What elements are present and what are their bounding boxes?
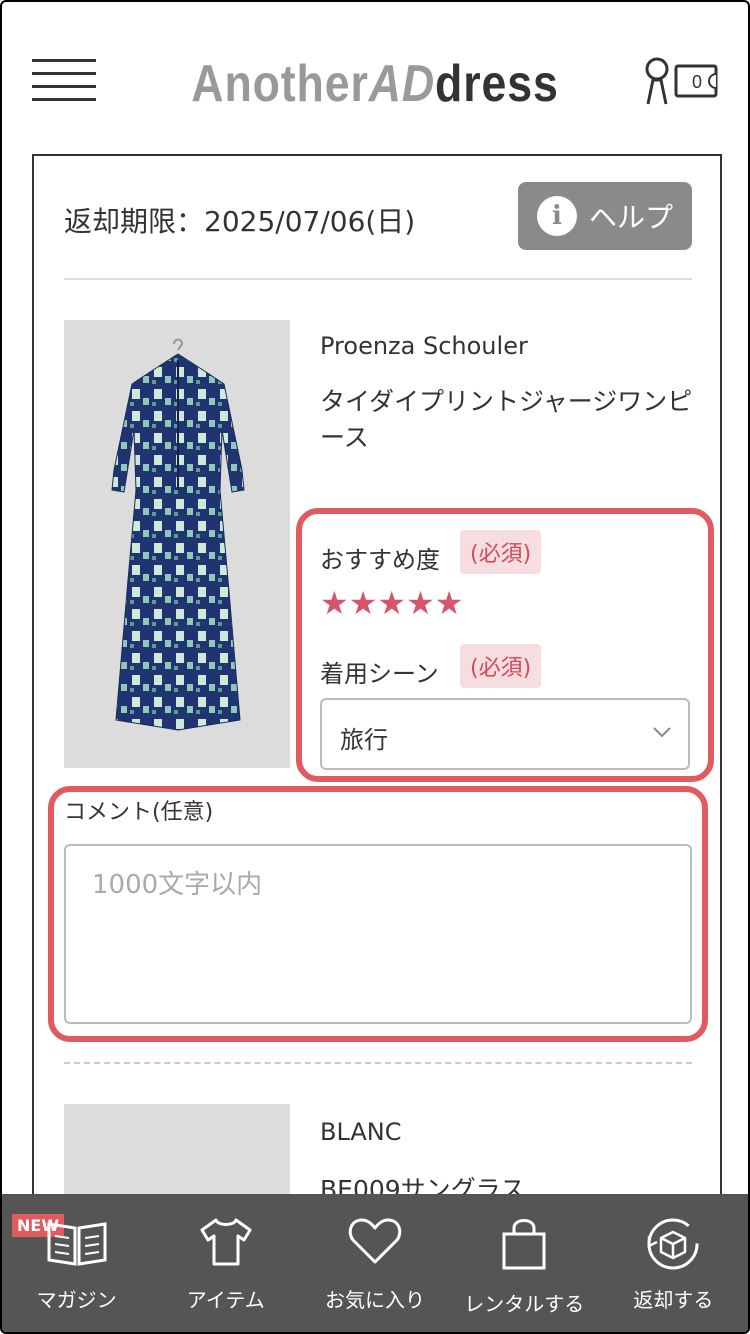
nav-label: レンタルする bbox=[464, 1292, 585, 1316]
nav-label: 返却する bbox=[633, 1288, 714, 1312]
return-due-date: 返却期限：2025/07/06(日) bbox=[64, 205, 416, 238]
bag-icon bbox=[502, 1219, 546, 1270]
tshirt-icon bbox=[200, 1218, 252, 1266]
comment-textarea[interactable]: 1000文字以内 bbox=[64, 844, 692, 1024]
product-name: タイダイプリントジャージワンピース bbox=[320, 387, 693, 452]
nav-items[interactable]: アイテム bbox=[151, 1194, 300, 1332]
nav-favorites[interactable]: お気に入り bbox=[300, 1194, 449, 1332]
nav-label: マガジン bbox=[36, 1288, 117, 1312]
return-box-icon bbox=[647, 1218, 699, 1270]
comment-label: コメント(任意) bbox=[64, 800, 214, 825]
chevron-down-icon bbox=[653, 727, 671, 738]
info-icon: i bbox=[536, 196, 577, 236]
product-brand: BLANC bbox=[320, 1118, 402, 1146]
item-separator bbox=[64, 1062, 692, 1064]
product-brand: Proenza Schouler bbox=[320, 332, 528, 360]
brand-logo[interactable]: AnotherADdress bbox=[54, 54, 696, 114]
star-rating[interactable]: ★★★★★ bbox=[320, 584, 463, 622]
comment-placeholder: 1000文字以内 bbox=[92, 870, 263, 900]
scene-select[interactable]: 旅行 bbox=[320, 698, 690, 770]
help-button[interactable]: i ヘルプ bbox=[518, 182, 692, 250]
help-button-label: ヘルプ bbox=[588, 201, 673, 234]
nav-label: お気に入り bbox=[325, 1288, 425, 1312]
member-card-icon[interactable]: 0 bbox=[644, 56, 720, 106]
scene-select-value: 旅行 bbox=[340, 726, 388, 754]
nav-magazine[interactable]: NEW マガジン bbox=[2, 1194, 151, 1332]
nav-label: アイテム bbox=[186, 1288, 265, 1312]
svg-text:0: 0 bbox=[692, 72, 702, 92]
nav-return[interactable]: 返却する bbox=[599, 1194, 748, 1332]
nav-rent[interactable]: レンタルする bbox=[450, 1194, 599, 1332]
scene-label: 着用シーン bbox=[320, 660, 439, 688]
required-badge: (必須) bbox=[460, 530, 542, 574]
return-card: 返却期限：2025/07/06(日) i ヘルプ Proenza Schoule… bbox=[32, 154, 722, 1264]
product-image bbox=[64, 320, 290, 768]
recommend-label: おすすめ度 bbox=[320, 546, 440, 574]
bottom-nav: NEW マガジン アイテム お気に入り レンタルする 返却する bbox=[2, 1194, 748, 1332]
book-icon bbox=[47, 1222, 107, 1266]
required-badge: (必須) bbox=[460, 644, 542, 688]
divider bbox=[64, 278, 692, 280]
heart-icon bbox=[348, 1218, 402, 1264]
app-frame: AnotherADdress 0 返却期限：2025/07/06(日) i ヘル… bbox=[0, 0, 750, 1334]
